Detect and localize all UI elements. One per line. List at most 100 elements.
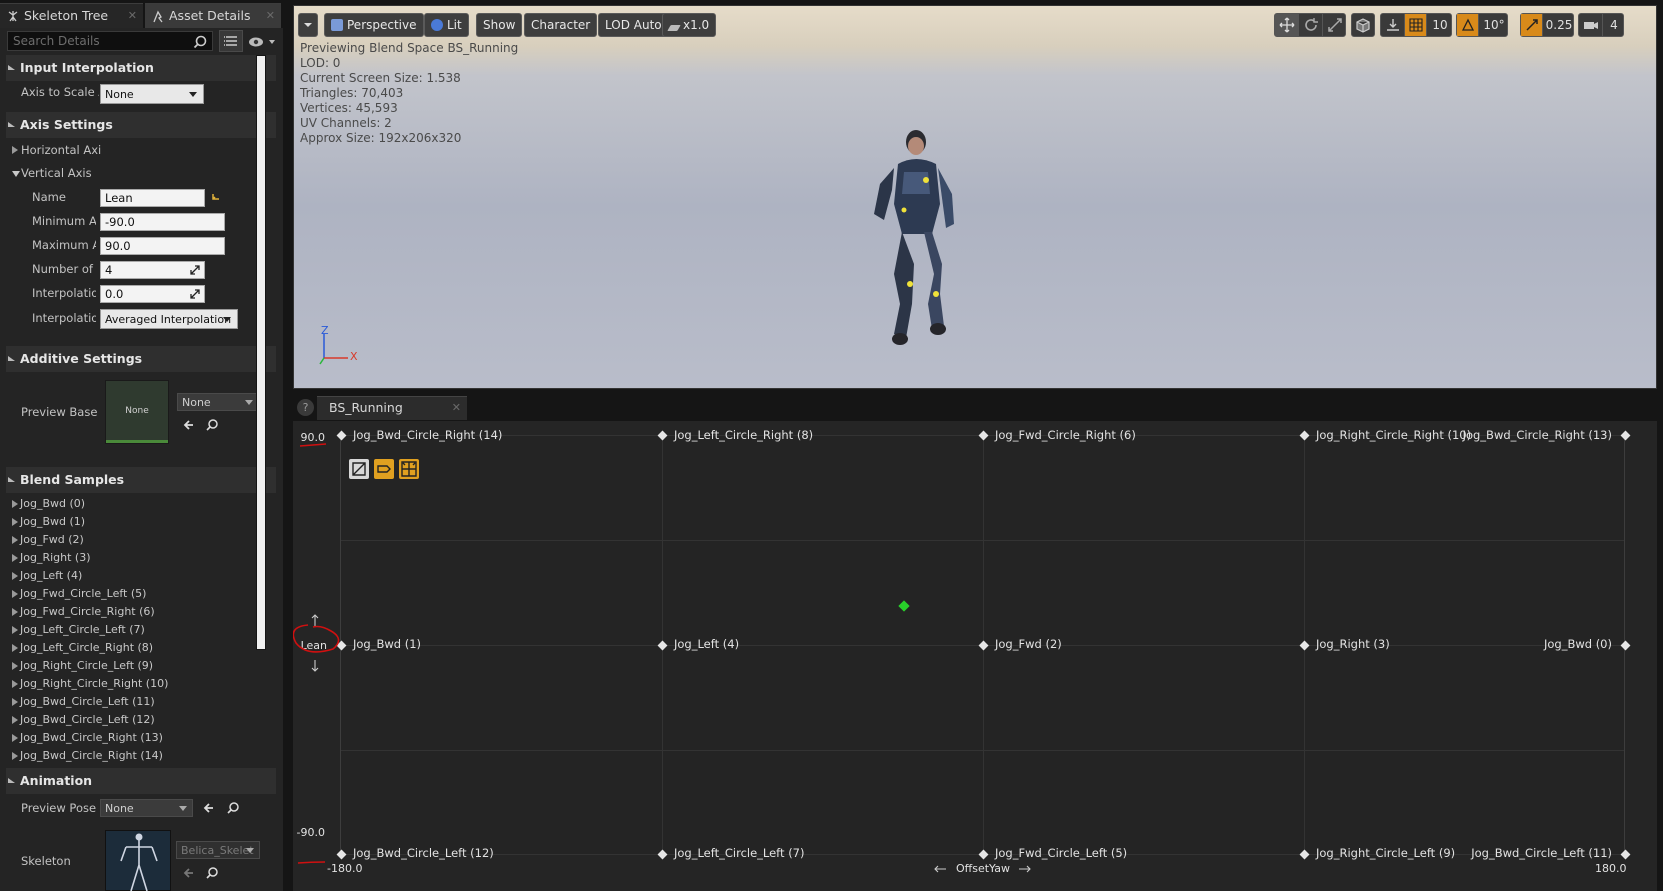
collapse-arrow-icon[interactable] xyxy=(12,171,20,177)
expand-arrow-icon[interactable] xyxy=(12,698,18,706)
expand-arrow-icon[interactable] xyxy=(12,626,18,634)
category-blend-samples[interactable]: Blend Samples xyxy=(6,467,276,493)
tab-asset-details[interactable]: Asset Details ✕ xyxy=(145,3,281,28)
search-input[interactable]: Search Details xyxy=(7,31,213,51)
list-item[interactable]: Jog_Left (4) xyxy=(6,567,254,584)
use-selected-arrow-icon[interactable] xyxy=(181,865,197,881)
view-options-button[interactable] xyxy=(219,30,243,52)
list-item[interactable]: Jog_Right_Circle_Right (10) xyxy=(6,675,254,692)
playback-speed-button[interactable]: x1.0 xyxy=(662,13,717,37)
category-animation[interactable]: Animation xyxy=(6,768,276,794)
expand-arrow-icon[interactable] xyxy=(12,518,18,526)
list-item[interactable]: Jog_Bwd_Circle_Right (13) xyxy=(6,729,254,746)
camera-speed-group[interactable]: 4 xyxy=(1578,13,1624,37)
viewport-menu-button[interactable] xyxy=(298,13,318,37)
blendspace-editor[interactable]: Jog_Bwd_Circle_Right (14) Jog_Left_Circl… xyxy=(293,421,1657,891)
list-item[interactable]: Jog_Right_Circle_Left (9) xyxy=(6,657,254,674)
interp-type-dropdown[interactable]: Averaged Interpolation xyxy=(100,309,238,329)
reset-to-default-icon[interactable] xyxy=(211,192,221,202)
list-item[interactable]: Jog_Bwd_Circle_Left (11) xyxy=(6,693,254,710)
expand-arrow-icon[interactable] xyxy=(12,554,18,562)
scrollbar-thumb[interactable] xyxy=(257,56,265,649)
lod-button[interactable]: LOD Auto xyxy=(598,13,669,37)
axis-name-field[interactable]: Lean xyxy=(100,189,205,207)
use-selected-arrow-icon[interactable] xyxy=(201,800,217,816)
sample-node[interactable] xyxy=(657,849,667,859)
sample-node[interactable] xyxy=(978,430,988,440)
browse-search-icon[interactable] xyxy=(204,865,220,881)
browse-search-icon[interactable] xyxy=(225,800,241,816)
blendspace-grid[interactable]: Jog_Bwd_Circle_Right (14) Jog_Left_Circl… xyxy=(336,428,1630,860)
expand-arrow-icon[interactable] xyxy=(12,644,18,652)
preview-base-thumbnail[interactable]: None xyxy=(105,380,169,444)
list-item[interactable]: Jog_Left_Circle_Left (7) xyxy=(6,621,254,638)
camera-speed-button[interactable] xyxy=(1579,14,1603,36)
max-axis-field[interactable]: 90.0 xyxy=(100,237,225,255)
sample-node[interactable] xyxy=(978,849,988,859)
rotate-mode-button[interactable] xyxy=(1299,14,1323,36)
spin-arrows-icon[interactable] xyxy=(190,265,200,275)
show-button[interactable]: Show xyxy=(476,13,523,37)
sample-node[interactable] xyxy=(1620,430,1630,440)
list-item[interactable]: Jog_Right (3) xyxy=(6,549,254,566)
character-button[interactable]: Character xyxy=(524,13,598,37)
translate-mode-button[interactable] xyxy=(1275,14,1299,36)
preview-base-dropdown[interactable]: None xyxy=(177,393,259,411)
expand-arrow-icon[interactable] xyxy=(12,590,18,598)
grid-snap-toggle[interactable] xyxy=(1405,14,1427,36)
spin-arrows-icon[interactable] xyxy=(190,289,200,299)
expand-arrow-icon[interactable] xyxy=(12,608,18,616)
help-icon[interactable]: ? xyxy=(297,399,314,416)
rotation-snap-toggle[interactable] xyxy=(1457,14,1479,36)
visibility-button[interactable] xyxy=(247,34,277,50)
stretch-fit-button[interactable] xyxy=(399,459,419,479)
perspective-button[interactable]: Perspective xyxy=(324,13,424,37)
expand-arrow-icon[interactable] xyxy=(12,500,18,508)
list-item[interactable]: Jog_Fwd_Circle_Left (5) xyxy=(6,585,254,602)
grid-snap-value[interactable]: 10 xyxy=(1427,14,1453,36)
horizontal-axis-row[interactable]: Horizontal Axi xyxy=(6,139,254,161)
expand-arrow-icon[interactable] xyxy=(12,662,18,670)
show-labels-button[interactable] xyxy=(374,459,394,479)
preview-position-marker[interactable] xyxy=(898,600,910,612)
sample-node[interactable] xyxy=(657,430,667,440)
sample-node[interactable] xyxy=(1620,640,1630,650)
scale-snap-toggle[interactable] xyxy=(1521,14,1543,36)
tab-bs-running[interactable]: BS_Running ✕ xyxy=(317,396,467,420)
tab-skeleton-tree[interactable]: Skeleton Tree ✕ xyxy=(0,3,143,28)
close-icon[interactable]: ✕ xyxy=(452,397,461,419)
search-icon[interactable] xyxy=(192,34,208,50)
expand-arrow-icon[interactable] xyxy=(12,572,18,580)
min-axis-field[interactable]: -90.0 xyxy=(100,213,225,231)
list-item[interactable]: Jog_Fwd (2) xyxy=(6,531,254,548)
preview-viewport[interactable]: Perspective Lit Show Character LOD Auto … xyxy=(293,5,1657,389)
expand-arrow-icon[interactable] xyxy=(12,536,18,544)
list-item[interactable]: Jog_Bwd_Circle_Right (14) xyxy=(6,747,254,764)
sample-node[interactable] xyxy=(1299,430,1309,440)
close-icon[interactable]: ✕ xyxy=(266,4,275,27)
scale-mode-button[interactable] xyxy=(1323,14,1347,36)
category-axis-settings[interactable]: Axis Settings xyxy=(6,112,276,138)
sample-node[interactable] xyxy=(1620,849,1630,859)
sample-node[interactable] xyxy=(1299,640,1309,650)
sample-node[interactable] xyxy=(657,640,667,650)
grid-divisions-field[interactable]: 4 xyxy=(100,261,205,279)
close-icon[interactable]: ✕ xyxy=(128,4,137,27)
expand-arrow-icon[interactable] xyxy=(12,752,18,760)
browse-search-icon[interactable] xyxy=(204,417,220,433)
coordinate-system-button[interactable] xyxy=(1351,13,1375,37)
surface-snap-button[interactable] xyxy=(1381,14,1405,36)
category-input-interpolation[interactable]: Input Interpolation xyxy=(6,55,276,81)
lit-button[interactable]: Lit xyxy=(424,13,469,37)
list-item[interactable]: Jog_Left_Circle_Right (8) xyxy=(6,639,254,656)
list-item[interactable]: Jog_Bwd_Circle_Left (12) xyxy=(6,711,254,728)
list-item[interactable]: Jog_Fwd_Circle_Right (6) xyxy=(6,603,254,620)
sample-node[interactable] xyxy=(978,640,988,650)
expand-arrow-icon[interactable] xyxy=(12,716,18,724)
camera-speed-value[interactable]: 4 xyxy=(1603,14,1625,36)
preview-pose-dropdown[interactable]: None xyxy=(100,799,193,817)
scale-snap-value[interactable]: 0.25 xyxy=(1543,14,1575,36)
rotation-snap-value[interactable]: 10° xyxy=(1479,14,1509,36)
sample-node[interactable] xyxy=(1299,849,1309,859)
category-additive-settings[interactable]: Additive Settings xyxy=(6,346,276,372)
